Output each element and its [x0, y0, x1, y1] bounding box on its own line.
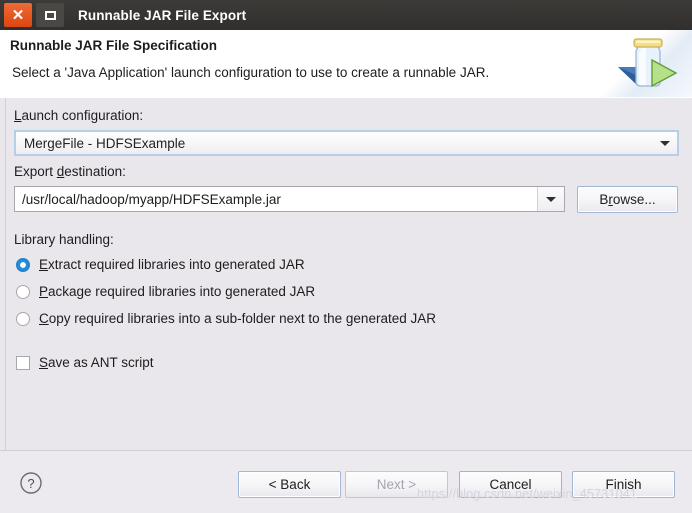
chevron-down-icon[interactable] [653, 132, 677, 154]
help-icon[interactable]: ? [19, 471, 43, 495]
watermark-text: https://blog.csdn.net/weixin_45731041 [417, 487, 638, 501]
title-bar: ✕ Runnable JAR File Export [0, 0, 692, 30]
launch-configuration-value: MergeFile - HDFSExample [24, 135, 186, 151]
export-destination-value[interactable]: /usr/local/hadoop/myapp/HDFSExample.jar [15, 192, 537, 207]
dialog-header: Runnable JAR File Specification Select a… [0, 30, 692, 99]
save-as-ant-script-label: Save as ANT script [39, 355, 154, 370]
radio-package-libraries-label: Package required libraries into generate… [39, 284, 316, 299]
back-button[interactable]: < Back [238, 471, 341, 498]
page-description: Select a 'Java Application' launch confi… [12, 65, 490, 80]
window-title: Runnable JAR File Export [78, 7, 247, 23]
dialog-footer: ? < Back Next > Cancel Finish https://bl… [0, 450, 692, 513]
radio-indicator[interactable] [16, 257, 30, 272]
launch-configuration-label: Launch configuration: [14, 108, 144, 123]
library-handling-label: Library handling: [14, 232, 114, 247]
radio-package-libraries[interactable]: Package required libraries into generate… [16, 284, 315, 299]
launch-configuration-combo[interactable]: MergeFile - HDFSExample [14, 130, 679, 156]
checkbox-indicator[interactable] [16, 355, 30, 370]
radio-copy-libraries-label: Copy required libraries into a sub-folde… [39, 311, 436, 326]
radio-indicator[interactable] [16, 284, 30, 299]
close-icon[interactable]: ✕ [4, 3, 32, 27]
chevron-down-icon[interactable] [537, 187, 564, 211]
page-title: Runnable JAR File Specification [10, 38, 218, 53]
radio-extract-libraries[interactable]: Extract required libraries into generate… [16, 257, 305, 272]
export-destination-label: Export destination: [14, 164, 126, 179]
svg-text:?: ? [27, 476, 34, 491]
maximize-icon[interactable] [36, 3, 64, 27]
radio-indicator[interactable] [16, 311, 30, 326]
content-left-edge [0, 98, 6, 450]
save-as-ant-script-checkbox[interactable]: Save as ANT script [16, 355, 154, 370]
dialog-content: Launch configuration: MergeFile - HDFSEx… [0, 98, 692, 450]
jar-export-icon [596, 30, 692, 97]
runnable-jar-export-dialog: ✕ Runnable JAR File Export Runnable JAR … [0, 0, 692, 513]
radio-copy-libraries[interactable]: Copy required libraries into a sub-folde… [16, 311, 436, 326]
export-destination-combo[interactable]: /usr/local/hadoop/myapp/HDFSExample.jar [14, 186, 565, 212]
browse-destination-button[interactable]: Br owse... [577, 186, 678, 213]
radio-extract-libraries-label: Extract required libraries into generate… [39, 257, 305, 272]
